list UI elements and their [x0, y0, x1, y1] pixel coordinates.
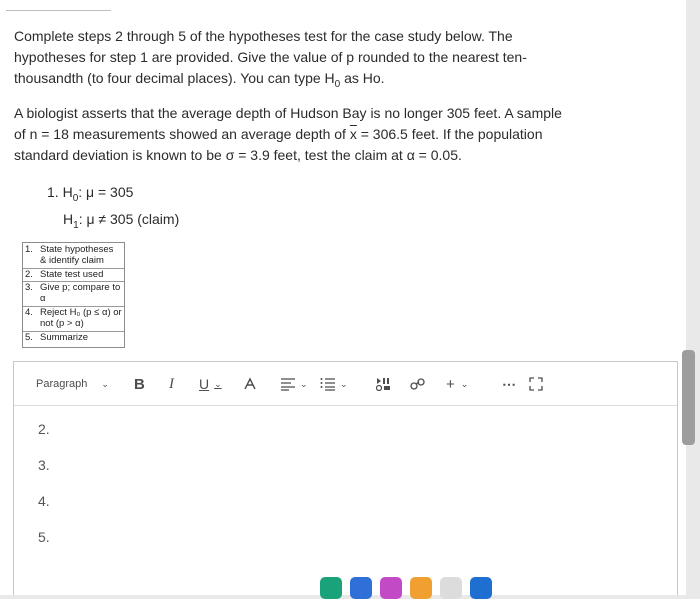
alternative-hypothesis: H1: μ ≠ 305 (claim) — [47, 209, 179, 236]
italic-label: I — [169, 375, 174, 392]
more-options-button[interactable]: ⋯ — [502, 362, 517, 406]
app-icon[interactable] — [440, 577, 462, 599]
steps-reference-box: 1. State hypotheses & identify claim 2. St… — [22, 242, 125, 348]
step-item: 1. State hypotheses & identify claim — [25, 244, 122, 267]
scrollbar-thumb[interactable] — [682, 350, 695, 445]
app-icon[interactable] — [380, 577, 402, 599]
question-page: Complete steps 2 through 5 of the hypoth… — [0, 0, 686, 599]
h1-prefix: H — [63, 210, 74, 227]
media-button[interactable] — [376, 362, 392, 406]
editor-toolbar: Paragraph ⌄ B I U ⌄ ⌄ ⌄ + ⌄ ⋯ — [14, 362, 677, 406]
hypotheses: 1. H0: μ = 305 H1: μ ≠ 305 (claim) — [47, 182, 179, 236]
chevron-down-icon: ⌄ — [300, 378, 308, 389]
case-study-text: A biologist asserts that the average dep… — [14, 103, 574, 166]
app-icon[interactable] — [470, 577, 492, 599]
app-icon[interactable] — [320, 577, 342, 599]
answer-line-5[interactable]: 5. — [38, 526, 50, 562]
step-text: Summarize — [40, 331, 89, 343]
align-dropdown[interactable]: ⌄ — [280, 362, 308, 406]
sample-mean-symbol: x — [349, 126, 357, 142]
underline-button[interactable]: U ⌄ — [199, 362, 222, 406]
h0-rest: : μ = 305 — [78, 184, 134, 200]
divider — [6, 10, 111, 11]
taskbar-dock — [300, 572, 530, 599]
step-item: 2. State test used — [25, 268, 122, 281]
paragraph-style-label: Paragraph — [36, 378, 88, 390]
step-item: 5. Summarize — [25, 331, 122, 344]
step-item: 4. Reject H₀ (p ≤ α) or not (p > α) — [25, 306, 122, 330]
answer-line-2[interactable]: 2. — [38, 418, 50, 454]
editor-content[interactable]: 2. 3. 4. 5. — [38, 418, 50, 562]
chevron-down-icon: ⌄ — [214, 378, 222, 389]
chevron-down-icon: ⌄ — [460, 378, 469, 389]
add-label: + — [446, 375, 455, 393]
bold-label: B — [134, 375, 145, 393]
step-text: Reject H₀ (p ≤ α) or not (p > α) — [40, 306, 122, 329]
instructions-text: Complete steps 2 through 5 of the hypoth… — [14, 26, 554, 95]
more-label: ⋯ — [502, 375, 517, 392]
bold-button[interactable]: B — [134, 362, 145, 406]
link-button[interactable] — [410, 362, 426, 406]
italic-button[interactable]: I — [169, 362, 174, 406]
align-left-icon — [281, 378, 295, 391]
h0-prefix: 1. H — [47, 184, 73, 200]
step-number: 2. — [25, 268, 33, 280]
answer-line-3[interactable]: 3. — [38, 454, 50, 490]
chevron-down-icon: ⌄ — [101, 378, 109, 389]
media-icon — [376, 378, 390, 391]
app-icon[interactable] — [350, 577, 372, 599]
rich-text-editor[interactable]: Paragraph ⌄ B I U ⌄ ⌄ ⌄ + ⌄ ⋯ 2. 3. 4. 5… — [13, 361, 678, 595]
step-number: 1. — [25, 244, 33, 255]
step-number: 5. — [25, 331, 33, 343]
text-color-button[interactable] — [242, 362, 258, 406]
instructions-part2: as Ho. — [340, 70, 385, 86]
link-icon — [410, 378, 425, 390]
list-icon — [320, 378, 335, 391]
step-text: State hypotheses & identify claim — [40, 244, 114, 266]
answer-line-4[interactable]: 4. — [38, 490, 50, 526]
list-dropdown[interactable]: ⌄ — [320, 362, 348, 406]
instructions-part1: Complete steps 2 through 5 of the hypoth… — [14, 28, 527, 86]
app-icon[interactable] — [410, 577, 432, 599]
null-hypothesis: 1. H0: μ = 305 — [47, 182, 179, 209]
step-text: State test used — [40, 268, 104, 280]
step-text: Give p; compare to α — [40, 282, 121, 305]
h1-rest: : μ ≠ 305 (claim) — [78, 210, 180, 227]
step-number: 3. — [25, 282, 33, 294]
insert-dropdown[interactable]: + ⌄ — [446, 362, 468, 406]
chevron-down-icon: ⌄ — [340, 378, 348, 389]
step-number: 4. — [25, 306, 33, 318]
step-item: 3. Give p; compare to α — [25, 283, 122, 305]
fullscreen-icon — [529, 377, 543, 391]
fullscreen-button[interactable] — [529, 362, 543, 406]
text-color-icon — [244, 377, 256, 390]
underline-label: U — [199, 376, 210, 392]
paragraph-style-dropdown[interactable]: Paragraph ⌄ — [36, 362, 109, 406]
